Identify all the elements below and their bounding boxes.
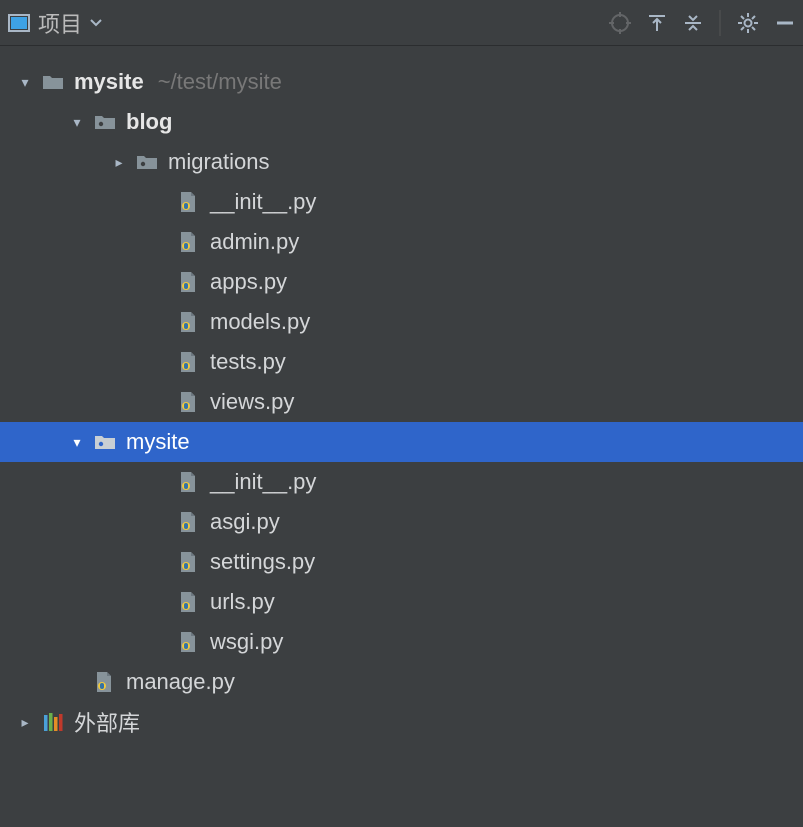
python-file-icon — [178, 550, 202, 574]
tree-node-file[interactable]: urls.py — [0, 582, 803, 622]
toolbar-right — [609, 10, 795, 36]
python-file-icon — [178, 630, 202, 654]
node-label: models.py — [210, 309, 310, 335]
tree-node-project-root[interactable]: ▾ mysite ~/test/mysite — [0, 62, 803, 102]
node-label: mysite — [126, 429, 190, 455]
python-file-icon — [178, 270, 202, 294]
toolbar: 项目 — [0, 0, 803, 46]
tree-node-file[interactable]: tests.py — [0, 342, 803, 382]
node-label: asgi.py — [210, 509, 280, 535]
package-folder-icon — [94, 110, 118, 134]
python-file-icon — [94, 670, 118, 694]
node-label: blog — [126, 109, 172, 135]
target-icon[interactable] — [609, 12, 631, 34]
collapse-all-icon[interactable] — [683, 13, 703, 33]
tree-node-folder-migrations[interactable]: ▸ migrations — [0, 142, 803, 182]
tree-node-folder-mysite[interactable]: ▾ mysite — [0, 422, 803, 462]
node-label: admin.py — [210, 229, 299, 255]
folder-icon — [42, 70, 66, 94]
tree-node-folder-blog[interactable]: ▾ blog — [0, 102, 803, 142]
node-label: 外部库 — [74, 706, 140, 738]
node-label: settings.py — [210, 549, 315, 575]
chevron-right-icon[interactable]: ▸ — [110, 154, 128, 171]
tree-node-file[interactable]: models.py — [0, 302, 803, 342]
tree-node-file[interactable]: __init__.py — [0, 462, 803, 502]
node-label: views.py — [210, 389, 294, 415]
project-tree: ▾ mysite ~/test/mysite ▾ blog ▸ migratio… — [0, 46, 803, 742]
project-view-icon[interactable] — [8, 14, 30, 32]
python-file-icon — [178, 310, 202, 334]
node-label: __init__.py — [210, 469, 316, 495]
package-folder-icon — [94, 430, 118, 454]
minimize-icon[interactable] — [775, 13, 795, 33]
tree-node-file[interactable]: wsgi.py — [0, 622, 803, 662]
tree-node-file-manage[interactable]: manage.py — [0, 662, 803, 702]
python-file-icon — [178, 230, 202, 254]
dropdown-icon[interactable] — [90, 19, 102, 27]
tree-node-file[interactable]: views.py — [0, 382, 803, 422]
node-path: ~/test/mysite — [158, 69, 282, 95]
node-label: migrations — [168, 149, 269, 175]
python-file-icon — [178, 510, 202, 534]
tree-node-file[interactable]: apps.py — [0, 262, 803, 302]
library-icon — [42, 710, 66, 734]
python-file-icon — [178, 590, 202, 614]
node-label: manage.py — [126, 669, 235, 695]
gear-icon[interactable] — [737, 12, 759, 34]
tree-node-external-libraries[interactable]: ▸ 外部库 — [0, 702, 803, 742]
node-label: wsgi.py — [210, 629, 283, 655]
python-file-icon — [178, 350, 202, 374]
tree-node-file[interactable]: admin.py — [0, 222, 803, 262]
python-file-icon — [178, 190, 202, 214]
tree-node-file[interactable]: asgi.py — [0, 502, 803, 542]
toolbar-title: 项目 — [38, 7, 82, 39]
package-folder-icon — [136, 150, 160, 174]
python-file-icon — [178, 390, 202, 414]
chevron-right-icon[interactable]: ▸ — [16, 714, 34, 731]
chevron-down-icon[interactable]: ▾ — [68, 434, 86, 451]
divider — [719, 10, 721, 36]
expand-all-icon[interactable] — [647, 13, 667, 33]
node-label: tests.py — [210, 349, 286, 375]
node-label: apps.py — [210, 269, 287, 295]
tree-node-file[interactable]: __init__.py — [0, 182, 803, 222]
node-label: __init__.py — [210, 189, 316, 215]
node-label: urls.py — [210, 589, 275, 615]
chevron-down-icon[interactable]: ▾ — [68, 114, 86, 131]
chevron-down-icon[interactable]: ▾ — [16, 74, 34, 91]
tree-node-file[interactable]: settings.py — [0, 542, 803, 582]
python-file-icon — [178, 470, 202, 494]
toolbar-left: 项目 — [8, 7, 102, 39]
node-label: mysite — [74, 69, 144, 95]
